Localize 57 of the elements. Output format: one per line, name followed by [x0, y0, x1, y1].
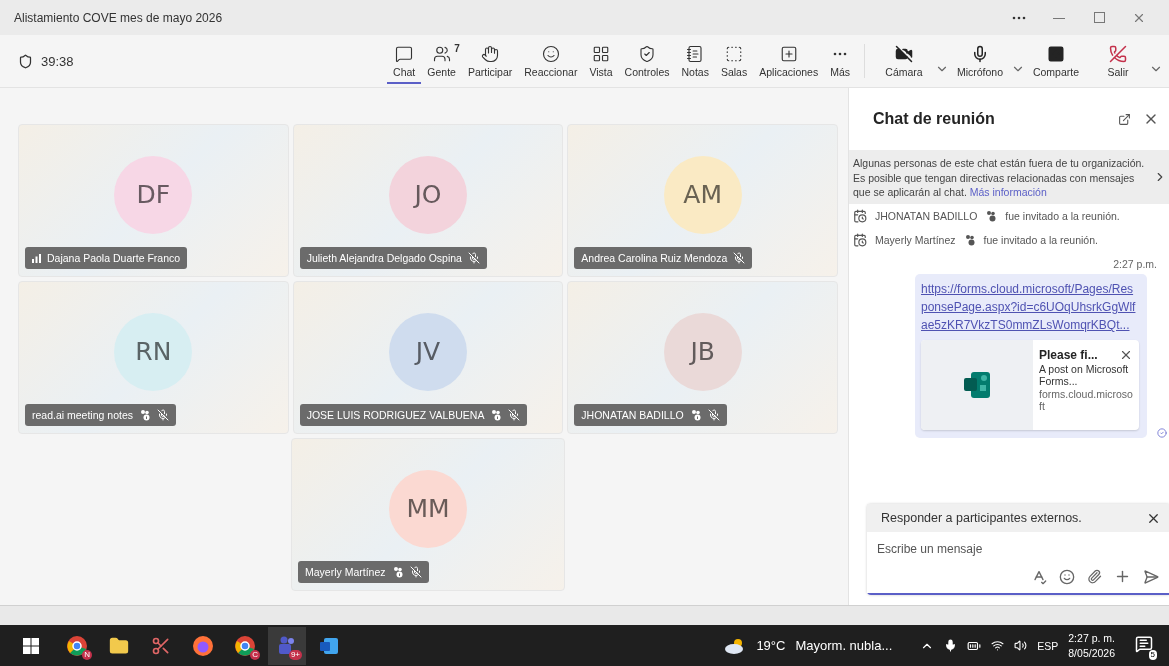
temperature: 19°C: [756, 638, 786, 653]
event-text: fue invitado a la reunión.: [1005, 210, 1120, 223]
avatar-initials: AM: [663, 155, 742, 234]
app-badge: C: [250, 649, 260, 660]
taskbar-app[interactable]: C: [226, 626, 264, 665]
toolbar-button[interactable]: Notas: [675, 38, 715, 84]
meeting-timer: 39:38: [41, 53, 74, 69]
avatar-initials: JB: [663, 312, 742, 391]
participant-name: Julieth Alejandra Delgado Ospina: [306, 252, 462, 264]
card-title: Please fi...: [1039, 348, 1098, 363]
toolbar-button[interactable]: Participar: [461, 38, 519, 84]
message-time: 2:27 p.m.: [1112, 257, 1158, 273]
participant-name: read.ai meeting notes: [32, 409, 133, 421]
toolbar-button[interactable]: Salas: [714, 38, 754, 84]
window-title: Alistamiento COVE mes de mayo 2026: [14, 10, 224, 25]
link-preview-card[interactable]: Please fi... A post on Microsoft Forms... forms.cloud.microsoft: [921, 340, 1139, 431]
participant-name: Mayerly Martínez: [305, 566, 386, 578]
avatar-initials: RN: [114, 312, 193, 391]
toolbar-button[interactable]: Más: [824, 38, 856, 84]
more-info-link[interactable]: Más información: [969, 186, 1047, 199]
weather-text: Mayorm. nubla...: [795, 638, 893, 653]
taskbar-clock[interactable]: 2:27 p. m. 8/05/2026: [1068, 631, 1115, 660]
notice-text: Algunas personas de este chat están fuera de tu organización. Es posible que tengan directivas relacionadas con mensajes que se aplicarán al chat. Más información: [853, 157, 1145, 199]
toolbar-button[interactable]: Chat: [387, 38, 422, 84]
people-count: 7: [454, 42, 460, 54]
toolbar-button[interactable]: 7 Gente: [421, 38, 462, 84]
card-description: A post on Microsoft Forms...: [1039, 363, 1130, 388]
taskbar-app[interactable]: N: [58, 626, 96, 665]
avatar-initials: JV: [389, 312, 467, 391]
app-badge: N: [82, 649, 92, 660]
card-source: forms.cloud.microsoft: [1039, 388, 1133, 413]
media-button[interactable]: Micrófono: [949, 38, 1011, 84]
avatar-initials: MM: [389, 469, 467, 548]
event-text: fue invitado a la reunión.: [983, 234, 1098, 247]
avatar-initials: JO: [389, 155, 467, 234]
panel-title: Chat de reunión: [873, 110, 996, 128]
avatar-initials: DF: [114, 155, 193, 234]
participant-name: Dajana Paola Duarte Franco: [47, 252, 181, 264]
reply-banner-text: Responder a participantes externos.: [881, 511, 1082, 525]
message-input[interactable]: Escribe un mensaje: [867, 532, 1169, 562]
media-button[interactable]: Cámara: [873, 38, 935, 84]
participant-name: JHONATAN BADILLO: [581, 409, 684, 421]
media-button[interactable]: Salir: [1087, 38, 1149, 84]
participant-name: Andrea Carolina Ruiz Mendoza: [581, 252, 728, 264]
toolbar-button[interactable]: Reaccionar: [518, 38, 584, 84]
toolbar-button[interactable]: Vista: [583, 38, 619, 84]
taskbar-app[interactable]: 9+: [268, 626, 306, 665]
event-name: JHONATAN BADILLO: [875, 210, 978, 223]
toolbar-button[interactable]: Aplicaciones: [753, 38, 825, 84]
app-badge: 9+: [288, 649, 302, 660]
event-name: Mayerly Martínez: [875, 234, 956, 247]
participant-name: JOSE LUIS RODRIGUEZ VALBUENA: [306, 409, 485, 421]
notification-badge: 5: [1148, 650, 1157, 660]
message-link[interactable]: https://forms.cloud.microsoft/Pages/ResponsePage.aspx?id=c6UOqUhsrkGgWlfae5zKR7VkzTS0mmZLsWomqrKBQt...: [921, 280, 1139, 335]
toolbar-button[interactable]: Controles: [618, 38, 676, 84]
language-indicator[interactable]: ESP: [1037, 639, 1059, 652]
media-button[interactable]: Comparte: [1025, 38, 1087, 84]
